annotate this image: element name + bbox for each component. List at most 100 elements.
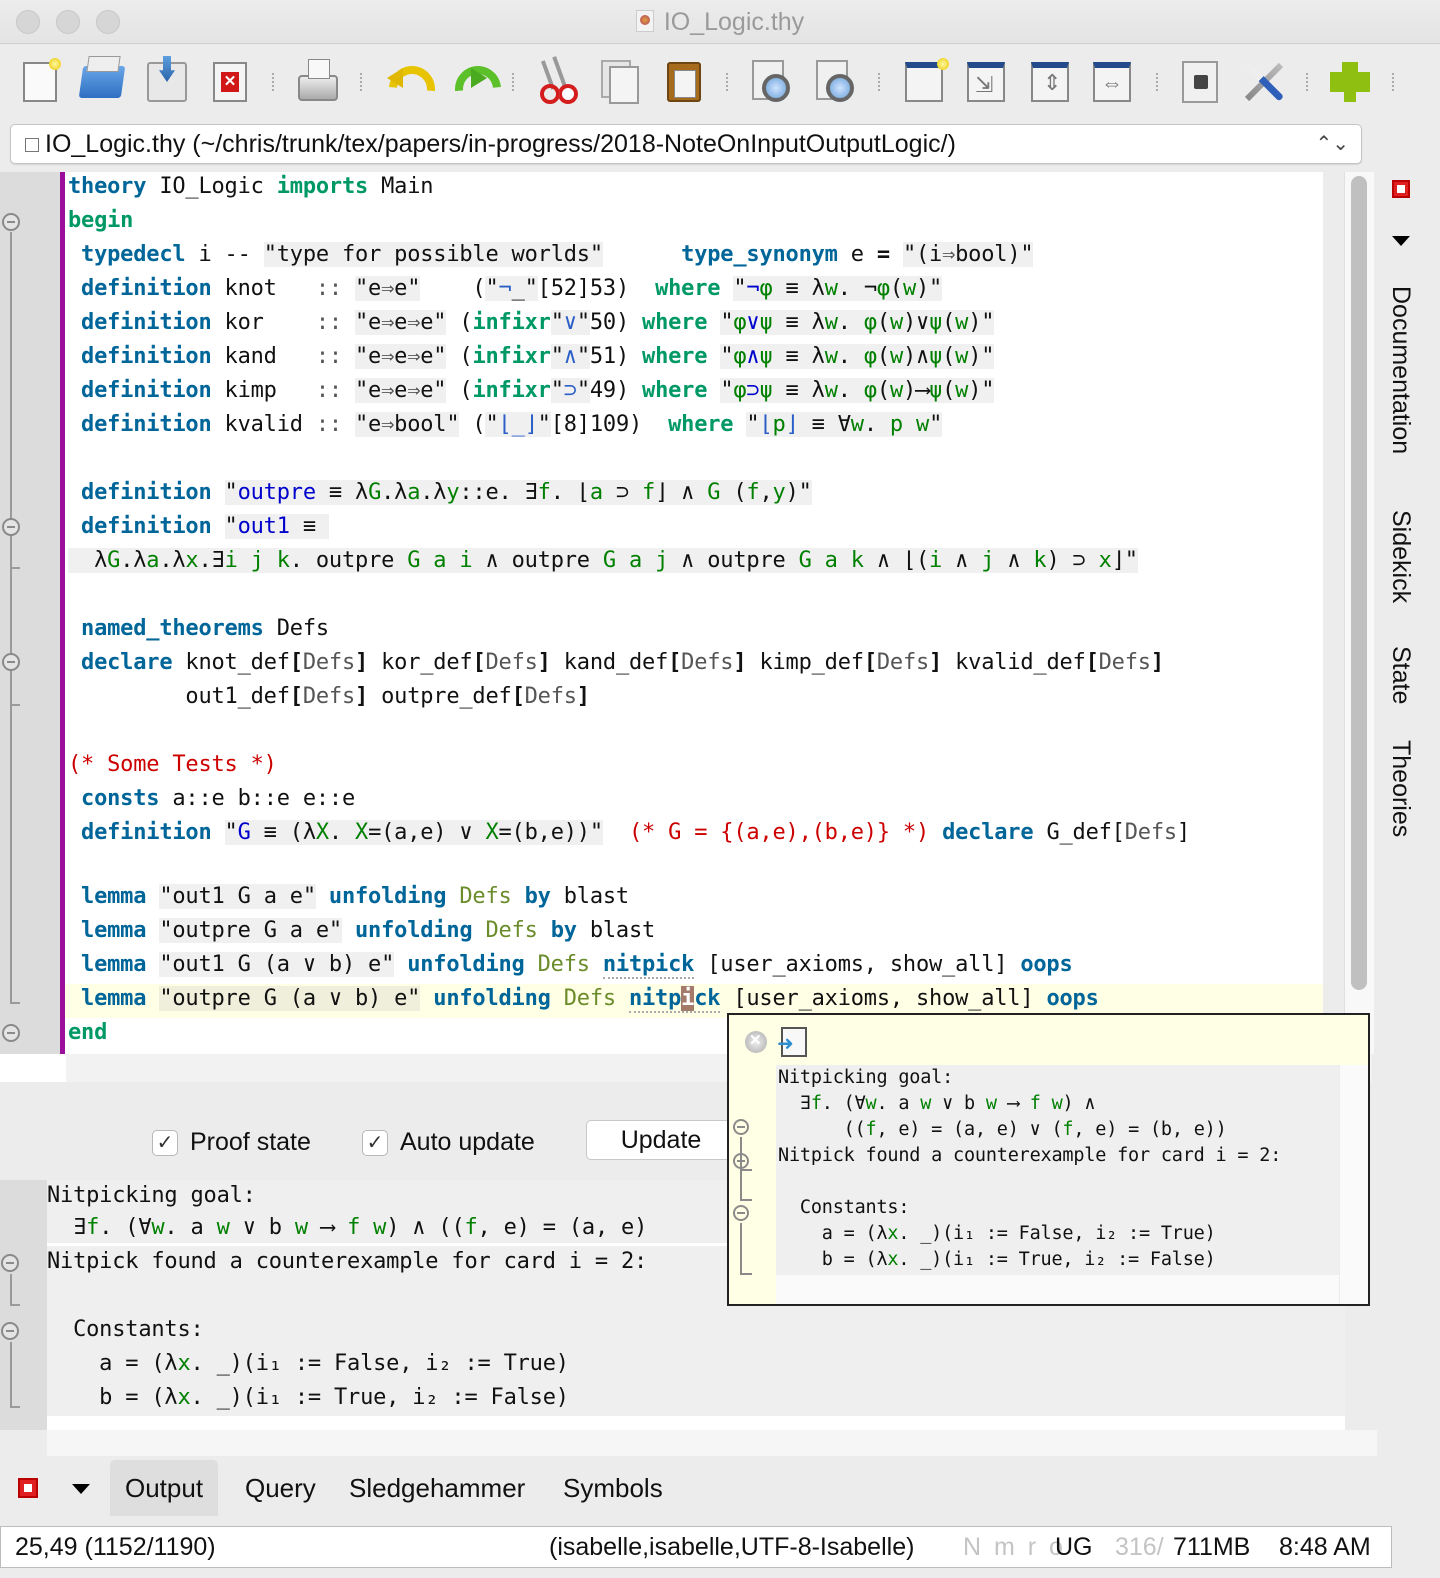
code-line: definition "out1 ≡ (81, 514, 329, 539)
fold-toggle-icon[interactable] (2, 518, 20, 536)
code-line: λG.λa.λx.∃i j k. outpre G a i ∧ outpre G… (68, 548, 1138, 573)
fold-end (740, 1273, 752, 1275)
fold-end (740, 1199, 752, 1201)
scrollbar-thumb[interactable] (1351, 176, 1367, 990)
dock-tab-symbols[interactable]: Symbols (548, 1460, 678, 1516)
tooltip-popup: Nitpicking goal: ∃f. (∀w. a w ∨ b w ⟶ f … (727, 1013, 1370, 1306)
toolbar-separator (1156, 73, 1159, 91)
global-options-button[interactable] (1242, 57, 1286, 107)
close-icon[interactable] (745, 1031, 767, 1053)
toolbar-separator (1392, 73, 1395, 91)
tooltip-scrollbar-vertical[interactable] (1339, 1065, 1368, 1304)
bottom-dock-menu-arrow-icon[interactable] (72, 1484, 90, 1494)
fold-toggle-icon[interactable] (2, 1024, 20, 1042)
output-horizontal-scrollbar[interactable] (47, 1430, 1377, 1456)
output-line: Nitpick found a counterexample for card … (47, 1249, 648, 1274)
fold-toggle-icon[interactable] (733, 1119, 749, 1135)
unsplit-icon (967, 62, 1005, 102)
ug-indicator[interactable]: UG (1055, 1527, 1093, 1567)
update-button[interactable]: Update (586, 1120, 736, 1160)
find-button[interactable] (750, 57, 794, 107)
split-vertical-button[interactable] (1090, 57, 1134, 107)
text-editor[interactable]: theory IO_Logic imports Main begin typed… (65, 172, 1323, 1054)
dock-tab-theories[interactable]: Theories (1386, 740, 1415, 837)
code-line: definition "G ≡ (λX. X=(a,e) ∨ X=(b,e))"… (81, 820, 1190, 845)
code-line: (* Some Tests *) (68, 752, 277, 777)
open-file-button[interactable] (78, 57, 126, 107)
buffer-switcher[interactable]: IO_Logic.thy (~/chris/trunk/tex/papers/i… (10, 124, 1362, 164)
fold-end (10, 1002, 20, 1004)
dock-tab-query[interactable]: Query (230, 1460, 331, 1516)
code-line: begin (68, 208, 134, 233)
dock-tab-documentation[interactable]: Documentation (1386, 286, 1415, 454)
tooltip-line: b = (λx. _)(i₁ := True, i₂ := False) (778, 1249, 1216, 1270)
dock-tab-state[interactable]: State (1386, 646, 1415, 704)
copy-button[interactable] (598, 57, 642, 107)
editor-flags[interactable]: N m r o (963, 1527, 1066, 1567)
buffer-mode[interactable]: (isabelle,isabelle,UTF-8-Isabelle) (549, 1527, 914, 1567)
dock-tab-sledgehammer[interactable]: Sledgehammer (334, 1460, 540, 1516)
close-file-button[interactable] (208, 57, 252, 107)
right-dock-menu-arrow-icon[interactable] (1392, 236, 1410, 246)
code-line: definition knot :: "e⇒e" ("¬_"[52]53) wh… (81, 276, 943, 301)
undo-button[interactable] (382, 57, 426, 107)
cut-button[interactable] (534, 57, 578, 107)
tooltip-line: ((f, e) = (a, e) ∨ (f, e) = (b, e)) (778, 1119, 1227, 1140)
fold-toggle-icon[interactable] (733, 1153, 749, 1169)
save-icon (147, 62, 187, 102)
chevron-updown-icon: ⌃⌄ (1315, 133, 1349, 155)
buffer-switcher-value: IO_Logic.thy (~/chris/trunk/tex/papers/i… (45, 130, 956, 158)
fold-toggle-icon[interactable] (2, 213, 20, 231)
dock-tab-output[interactable]: Output (110, 1460, 219, 1516)
memory-total[interactable]: 711MB (1173, 1527, 1250, 1567)
new-file-button[interactable] (18, 57, 62, 107)
toolbar-separator (726, 73, 729, 91)
tooltip-line: ∃f. (∀w. a w ∨ b w ⟶ f w) ∧ (778, 1093, 1096, 1114)
fold-toggle-icon[interactable] (1, 1254, 19, 1272)
bottom-dock-close-icon[interactable] (18, 1478, 38, 1498)
caret-position[interactable]: 25,49 (1152/1190) (15, 1527, 216, 1567)
code-line: out1_def[Defs] outpre_def[Defs] (68, 684, 590, 709)
toolbar-separator (360, 73, 363, 91)
tooltip-line: Nitpicking goal: (778, 1067, 954, 1088)
new-view-button[interactable] (902, 57, 949, 107)
redo-button[interactable] (448, 57, 492, 107)
tooltip-line: a = (λx. _)(i₁ := False, i₂ := True) (778, 1223, 1216, 1244)
fold-line (740, 1223, 742, 1273)
split-horizontal-icon (1031, 62, 1069, 102)
jump-to-output-icon[interactable] (777, 1027, 807, 1057)
code-line: lemma "out1 G a e" unfolding Defs by bla… (81, 884, 629, 909)
auto-update-label: Auto update (400, 1128, 535, 1156)
undo-icon (387, 64, 421, 100)
dock-tab-sidekick[interactable]: Sidekick (1386, 510, 1415, 603)
find-next-button[interactable] (814, 57, 858, 107)
paste-button[interactable] (662, 57, 706, 107)
fold-line (10, 1274, 12, 1304)
search-next-icon (816, 60, 856, 104)
memory-used[interactable]: 316/ (1115, 1527, 1164, 1567)
code-line: definition kimp :: "e⇒e⇒e" (infixr"⊃"49)… (81, 378, 995, 403)
fold-toggle-icon[interactable] (1, 1322, 19, 1340)
fold-toggle-icon[interactable] (733, 1205, 749, 1221)
fold-toggle-icon[interactable] (2, 653, 20, 671)
print-button[interactable] (296, 57, 340, 107)
plugin-manager-button[interactable] (1328, 57, 1372, 107)
split-horizontal-button[interactable] (1028, 57, 1072, 107)
printer-icon (298, 59, 338, 101)
save-file-button[interactable] (145, 57, 189, 107)
title-bar: IO_Logic.thy (0, 0, 1440, 44)
code-line: definition "outpre ≡ λG.λa.λy::e. ∃f. ⌊a… (81, 480, 812, 505)
editor-vertical-scrollbar[interactable] (1344, 172, 1374, 1054)
output-bottom (47, 1416, 1345, 1430)
proof-state-checkbox[interactable]: ✓ (152, 1130, 178, 1156)
right-dock-close-icon[interactable] (1392, 180, 1410, 198)
unsplit-button[interactable] (964, 57, 1008, 107)
copy-icon (609, 66, 639, 104)
code-line: typedecl i -- "type for possible worlds"… (81, 242, 1034, 267)
puzzle-icon (1330, 62, 1370, 102)
tooltip-scrollbar-horizontal[interactable] (776, 1275, 1339, 1304)
scissors-icon (538, 60, 574, 104)
redo-icon (453, 64, 487, 100)
buffer-options-button[interactable] (1178, 57, 1222, 107)
auto-update-checkbox[interactable]: ✓ (362, 1130, 388, 1156)
